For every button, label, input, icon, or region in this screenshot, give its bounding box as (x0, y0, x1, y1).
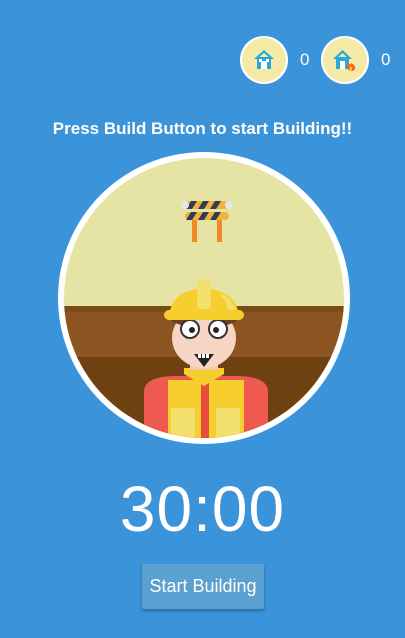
countdown-timer: 30:00 (119, 473, 286, 545)
burned-houses-counter: 0 (321, 36, 390, 84)
instruction-text: Press Build Button to start Building!! (52, 119, 353, 138)
house-fire-icon (321, 36, 369, 84)
start-building-button[interactable]: Start Building (142, 564, 264, 609)
built-count: 0 (300, 50, 310, 69)
burned-count: 0 (381, 50, 391, 69)
construction-scene (58, 152, 350, 444)
house-icon (240, 36, 288, 84)
built-houses-counter: 0 (240, 36, 309, 84)
